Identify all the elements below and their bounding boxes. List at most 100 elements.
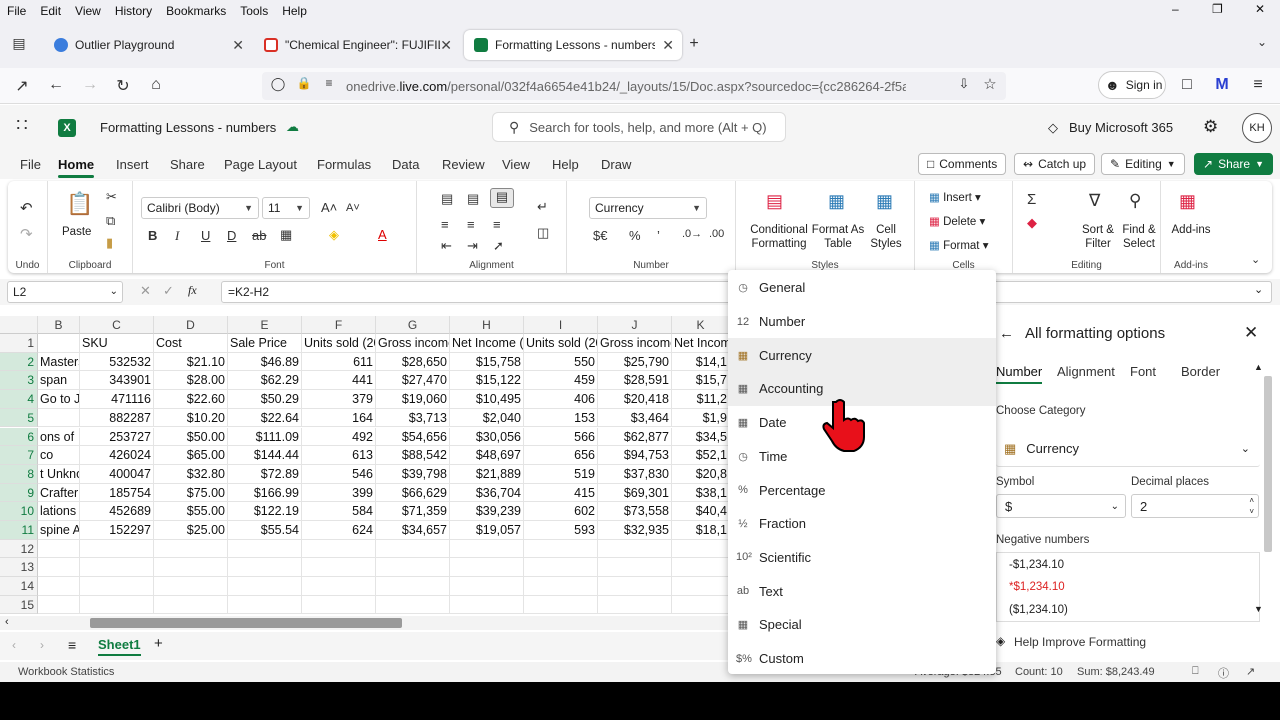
cell[interactable]: $32.80 (154, 464, 228, 484)
cell[interactable] (80, 539, 154, 559)
find-select-button[interactable]: Find & Select (1117, 223, 1161, 251)
cell[interactable] (38, 408, 80, 428)
cell[interactable]: 593 (524, 521, 598, 540)
lock-icon[interactable]: 🔒 (294, 76, 314, 90)
strikethrough-icon[interactable]: ab (252, 228, 266, 243)
cell[interactable]: $10.20 (154, 408, 228, 428)
cell[interactable]: $3,713 (376, 408, 450, 428)
menu-item-percentage[interactable]: % Percentage (728, 473, 996, 507)
cell[interactable]: $71,359 (376, 502, 450, 521)
cell[interactable]: $75.00 (154, 483, 228, 503)
cell[interactable]: 613 (302, 446, 376, 465)
cell[interactable]: 550 (524, 352, 598, 372)
cell[interactable]: $69,301 (598, 483, 672, 503)
cell[interactable]: $94,753 (598, 446, 672, 465)
restore-icon[interactable]: ❐ (1205, 2, 1225, 16)
cell[interactable]: $11,2 (672, 390, 730, 409)
align-right-icon[interactable]: ≡ (493, 217, 501, 232)
cell[interactable] (38, 577, 80, 596)
cell[interactable] (38, 539, 80, 559)
cell[interactable]: Cost (154, 334, 228, 353)
tab-excel[interactable]: Formatting Lessons - numbers.x ✕ (464, 30, 682, 60)
cancel-icon[interactable]: ✕ (140, 283, 151, 299)
prev-sheet-icon[interactable]: ‹ (12, 638, 16, 652)
pane-tab-alignment[interactable]: Alignment (1057, 364, 1115, 379)
cell[interactable]: $39,239 (450, 502, 524, 521)
tab-formulas[interactable]: Formulas (317, 157, 371, 172)
cell[interactable]: span (38, 371, 80, 391)
cell[interactable]: $48,697 (450, 446, 524, 465)
editing-mode-button[interactable]: ✎ Editing ▼ (1101, 153, 1185, 175)
column-header[interactable]: J (598, 316, 672, 334)
cell[interactable]: Crafter (38, 483, 80, 503)
cell[interactable] (38, 595, 80, 615)
row-header[interactable]: 4 (0, 390, 38, 409)
cell[interactable]: $88,542 (376, 446, 450, 465)
menu-item-general[interactable]: ◷ General (728, 271, 996, 305)
cell[interactable]: $25.00 (154, 521, 228, 540)
cell[interactable]: 584 (302, 502, 376, 521)
align-center-icon[interactable]: ≡ (467, 217, 475, 232)
cell[interactable]: 406 (524, 390, 598, 409)
cell[interactable]: $54,656 (376, 427, 450, 447)
cell[interactable] (302, 577, 376, 596)
workbook-statistics[interactable]: Workbook Statistics (18, 666, 114, 678)
find-icon[interactable]: ⚲ (1129, 191, 1141, 211)
column-header[interactable]: I (524, 316, 598, 334)
cell[interactable]: $62,877 (598, 427, 672, 447)
tab-list-chevron-icon[interactable]: ⌄ (1252, 35, 1272, 49)
cell[interactable]: $32,935 (598, 521, 672, 540)
menu-item-text[interactable]: ab Text (728, 574, 996, 608)
cell[interactable]: 519 (524, 464, 598, 484)
conditional-formatting-button[interactable]: Conditional Formatting (744, 223, 814, 251)
extensions-icon[interactable]: □ (1177, 76, 1197, 94)
cell[interactable] (228, 558, 302, 578)
cell[interactable] (228, 539, 302, 559)
redo-icon[interactable]: ↷ (20, 225, 33, 243)
sort-filter-icon[interactable]: ∇ (1089, 191, 1100, 211)
menu-item-number[interactable]: 12 Number (728, 305, 996, 339)
next-sheet-icon[interactable]: › (40, 638, 44, 652)
format-cells-button[interactable]: ▦ Format ▾ (929, 239, 988, 253)
align-bottom-icon[interactable]: ▤ (490, 188, 514, 208)
tab-share[interactable]: Share (170, 157, 205, 172)
cell[interactable] (302, 595, 376, 615)
cell[interactable]: $37,830 (598, 464, 672, 484)
cell[interactable]: spine A (38, 521, 80, 540)
cell[interactable]: 656 (524, 446, 598, 465)
spreadsheet-grid[interactable]: B C D E F G H I J K 1 SKU Cost Sale Price Un… (0, 316, 730, 616)
cell[interactable]: $18,1 (672, 521, 730, 540)
cell[interactable]: $19,057 (450, 521, 524, 540)
cell[interactable] (154, 595, 228, 615)
cell[interactable]: SKU (80, 334, 154, 353)
cell[interactable] (228, 595, 302, 615)
pane-tab-border[interactable]: Border (1181, 364, 1220, 379)
row-header[interactable]: 7 (0, 446, 38, 465)
fill-color-icon[interactable]: ◈ (329, 227, 339, 243)
cell[interactable] (450, 539, 524, 559)
cell[interactable] (80, 595, 154, 615)
bold-icon[interactable]: B (148, 228, 157, 243)
horizontal-scrollbar[interactable]: ‹ (0, 616, 730, 630)
delete-cells-button[interactable]: ▦ Delete ▾ (929, 215, 985, 229)
paste-icon[interactable]: 📋 (66, 191, 93, 217)
name-box[interactable]: L2 ⌄ (7, 281, 123, 303)
row-header[interactable]: 1 (0, 334, 38, 353)
column-header[interactable]: B (38, 316, 80, 334)
share-button[interactable]: ↗ Share ▼ (1194, 153, 1274, 175)
cell[interactable]: 152297 (80, 521, 154, 540)
merge-cells-icon[interactable]: ◫ (537, 225, 549, 241)
tab-draw[interactable]: Draw (601, 157, 631, 172)
cell[interactable]: $50.00 (154, 427, 228, 447)
tab-overview-icon[interactable]: ▤ (9, 35, 29, 52)
back-arrow-icon[interactable]: ← (999, 325, 1014, 342)
cell[interactable] (524, 577, 598, 596)
cell[interactable]: 459 (524, 371, 598, 391)
cell[interactable]: Masters (38, 352, 80, 372)
cell[interactable]: 399 (302, 483, 376, 503)
cell[interactable]: $21,889 (450, 464, 524, 484)
decrease-font-icon[interactable]: A˅ (346, 202, 360, 214)
cell-styles-icon[interactable]: ▦ (876, 191, 893, 212)
cell[interactable]: $36,704 (450, 483, 524, 503)
row-header[interactable]: 9 (0, 483, 38, 503)
